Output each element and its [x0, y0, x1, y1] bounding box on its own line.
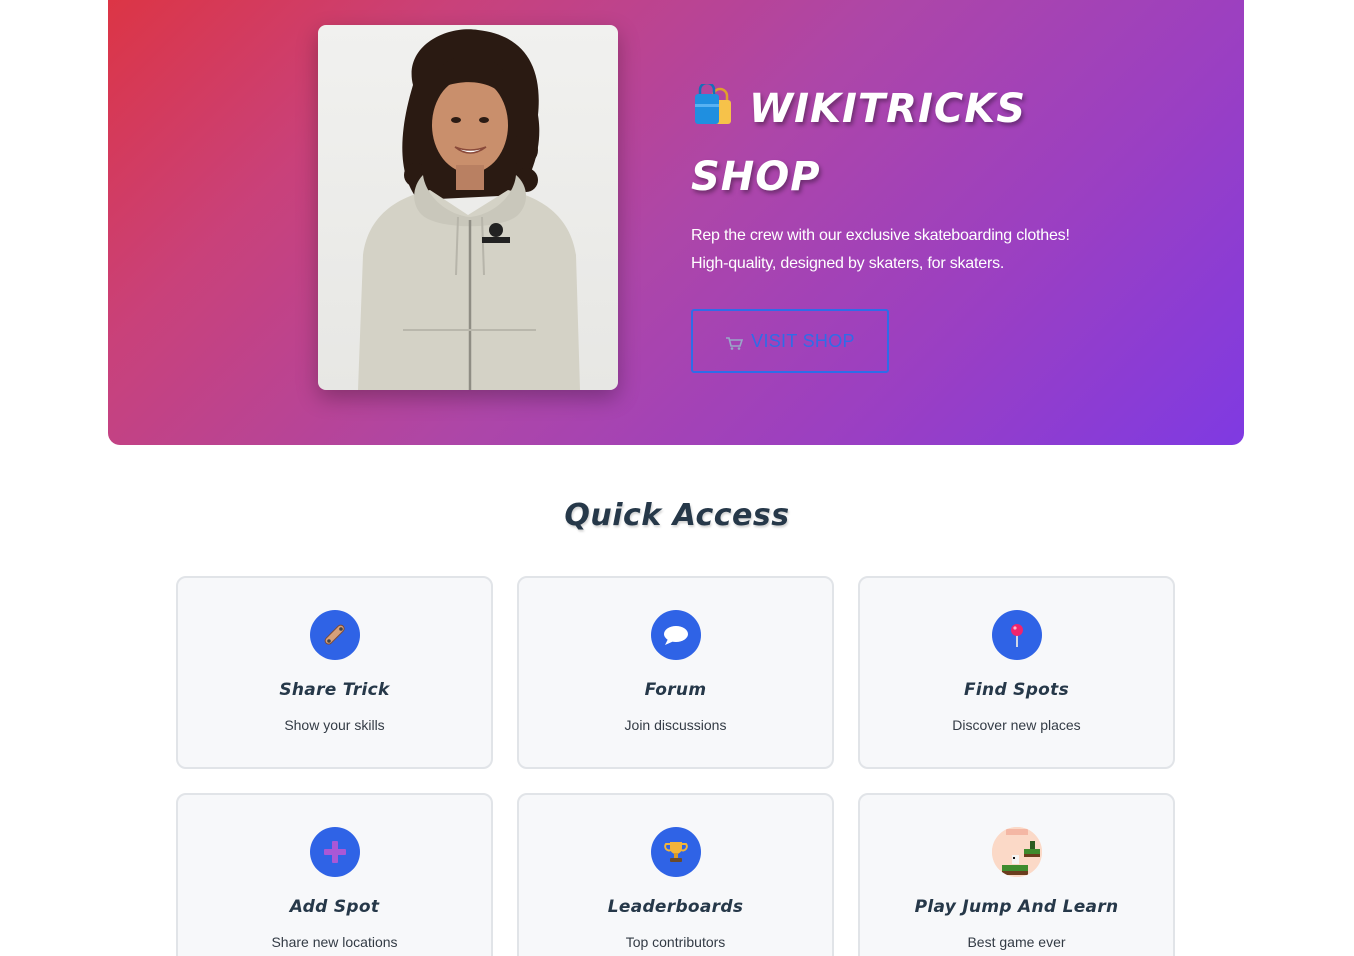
card-title: Forum: [644, 680, 707, 700]
skateboard-icon: [310, 610, 360, 660]
card-title: Find Spots: [964, 680, 1069, 700]
map-pin-icon: [992, 610, 1042, 660]
quick-access-title: Quick Access: [564, 498, 790, 533]
visit-shop-button[interactable]: VISIT SHOP: [691, 309, 889, 373]
card-play-jump-and-learn[interactable]: Play Jump And Learn Best game ever: [858, 793, 1175, 956]
card-title: Add Spot: [289, 897, 380, 917]
pixel-game-icon: [992, 827, 1042, 877]
card-subtitle: Show your skills: [284, 717, 385, 733]
plus-icon: [310, 827, 360, 877]
card-subtitle: Best game ever: [967, 934, 1066, 950]
card-subtitle: Top contributors: [625, 934, 726, 950]
shop-description-line-1: Rep the crew with our exclusive skateboa…: [691, 227, 1070, 244]
card-forum[interactable]: Forum Join discussions: [517, 576, 834, 769]
card-add-spot[interactable]: Add Spot Share new locations: [176, 793, 493, 956]
shopping-bags-icon: [691, 81, 735, 146]
shop-banner: Wikitricks Shop Rep the crew with our ex…: [108, 0, 1244, 445]
card-title: Leaderboards: [607, 897, 744, 917]
page: Wikitricks Shop Rep the crew with our ex…: [0, 0, 1354, 956]
shop-title: Wikitricks Shop: [691, 78, 1111, 208]
speech-bubble-icon: [651, 610, 701, 660]
card-title: Play Jump And Learn: [914, 897, 1119, 917]
visit-shop-label: VISIT SHOP: [751, 330, 855, 351]
shop-description: Rep the crew with our exclusive skateboa…: [691, 222, 1111, 278]
card-subtitle: Join discussions: [624, 717, 727, 733]
shop-title-text: Wikitricks Shop: [691, 86, 1027, 200]
card-subtitle: Share new locations: [271, 934, 398, 950]
card-leaderboards[interactable]: Leaderboards Top contributors: [517, 793, 834, 956]
hoodie-model-image: [318, 25, 618, 390]
trophy-icon: [651, 827, 701, 877]
card-share-trick[interactable]: Share Trick Show your skills: [176, 576, 493, 769]
cart-icon: [725, 334, 744, 350]
card-subtitle: Discover new places: [952, 717, 1081, 733]
card-title: Share Trick: [279, 680, 390, 700]
card-find-spots[interactable]: Find Spots Discover new places: [858, 576, 1175, 769]
shop-description-line-2: High-quality, designed by skaters, for s…: [691, 255, 1005, 272]
